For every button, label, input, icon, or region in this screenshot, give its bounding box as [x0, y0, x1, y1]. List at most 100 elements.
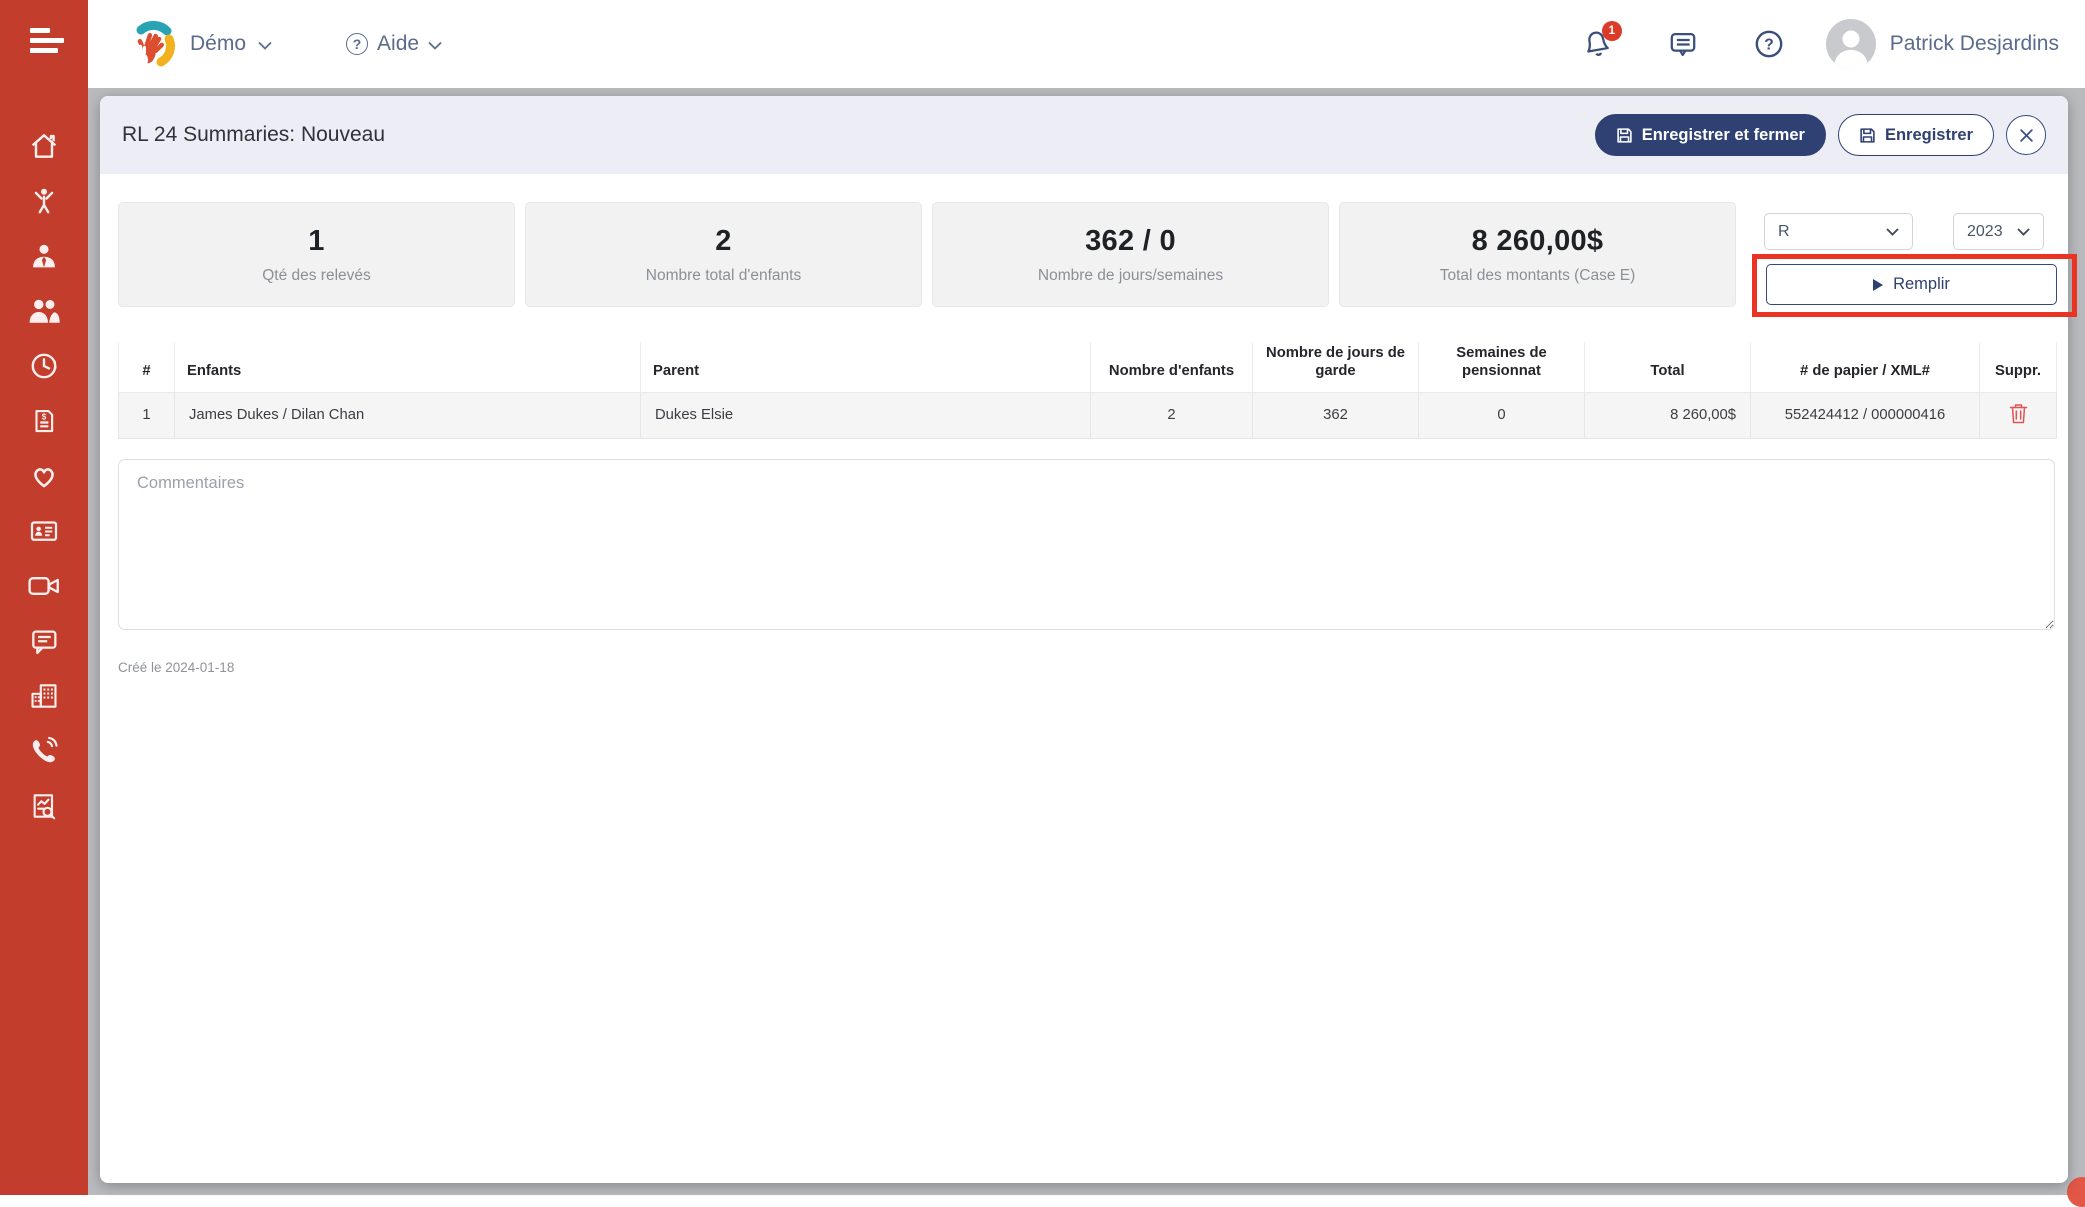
fill-button[interactable]: Remplir: [1766, 264, 2057, 305]
col-suppr: Suppr.: [1980, 342, 2057, 392]
created-date-text: Créé le 2024-01-18: [118, 660, 234, 675]
heart-icon: [28, 460, 60, 492]
trash-icon: [2009, 403, 2028, 424]
svg-text:?: ?: [1764, 37, 1774, 54]
avatar[interactable]: [1826, 19, 1876, 69]
clock-icon: [28, 350, 60, 382]
educator-icon: [28, 240, 60, 272]
col-parent: Parent: [641, 342, 1091, 392]
save-button[interactable]: Enregistrer: [1838, 114, 1994, 156]
top-bar: Démo ? Aide 1: [88, 0, 2085, 88]
stat-label: Nombre de jours/semaines: [1038, 267, 1223, 285]
fill-button-label: Remplir: [1893, 275, 1950, 294]
cell-nb-enfants: 2: [1091, 392, 1253, 438]
col-total: Total: [1585, 342, 1751, 392]
stat-card-jours: 362 / 0 Nombre de jours/semaines: [932, 202, 1329, 307]
brand-label: Démo: [190, 32, 246, 56]
menu-toggle[interactable]: [30, 28, 66, 56]
help-button[interactable]: ?: [1752, 27, 1786, 61]
sidebar-nav: $: [0, 118, 88, 833]
cell-num: 1: [119, 392, 175, 438]
sidebar-item-children[interactable]: [0, 173, 88, 228]
save-label: Enregistrer: [1885, 126, 1973, 145]
cell-jours-garde: 362: [1253, 392, 1419, 438]
sidebar-item-billing[interactable]: $: [0, 393, 88, 448]
col-semaines: Semaines de pensionnat: [1419, 342, 1585, 392]
save-and-close-button[interactable]: Enregistrer et fermer: [1595, 114, 1826, 156]
help-label: Aide: [377, 32, 419, 56]
sidebar-item-messages[interactable]: [0, 613, 88, 668]
modal-title: RL 24 Summaries: Nouveau: [122, 123, 385, 147]
type-select[interactable]: R: [1764, 213, 1913, 250]
chat-widget-peek: [2067, 1177, 2085, 1207]
cell-parent: Dukes Elsie: [641, 392, 1091, 438]
stat-label: Qté des relevés: [262, 267, 371, 285]
stat-card-releves: 1 Qté des relevés: [118, 202, 515, 307]
building-icon: [28, 680, 60, 712]
play-icon: [1873, 279, 1883, 291]
col-num: #: [119, 342, 175, 392]
type-select-value: R: [1778, 223, 1790, 241]
sidebar: $: [0, 0, 88, 1195]
table-header-row: # Enfants Parent Nombre d'enfants Nombre…: [119, 342, 2057, 392]
help-menu[interactable]: ? Aide: [346, 32, 442, 56]
col-enfants: Enfants: [175, 342, 641, 392]
svg-text:$: $: [42, 412, 47, 421]
col-papier-xml: # de papier / XML#: [1751, 342, 1980, 392]
stat-card-enfants: 2 Nombre total d'enfants: [525, 202, 922, 307]
cell-papier-xml: 552424412 / 000000416: [1751, 392, 1980, 438]
child-icon: [29, 186, 59, 216]
hamburger-icon: [30, 28, 50, 33]
cell-semaines: 0: [1419, 392, 1585, 438]
stat-value: 2: [715, 225, 731, 258]
id-card-icon: [28, 515, 60, 547]
report-icon: [28, 790, 60, 822]
brand-menu[interactable]: Démo: [126, 18, 272, 70]
app-logo: [126, 18, 178, 70]
sidebar-item-reports[interactable]: [0, 778, 88, 833]
close-button[interactable]: [2006, 115, 2046, 155]
stats-row: 1 Qté des relevés 2 Nombre total d'enfan…: [118, 202, 1736, 307]
home-icon: [28, 130, 60, 162]
sidebar-item-parents[interactable]: [0, 283, 88, 338]
notifications-button[interactable]: 1: [1580, 27, 1614, 61]
stat-card-montants: 8 260,00$ Total des montants (Case E): [1339, 202, 1736, 307]
col-nb-enfants: Nombre d'enfants: [1091, 342, 1253, 392]
notification-badge: 1: [1602, 21, 1622, 41]
sidebar-item-educators[interactable]: [0, 228, 88, 283]
video-camera-icon: [27, 571, 61, 601]
sidebar-item-home[interactable]: [0, 118, 88, 173]
sidebar-item-calls[interactable]: [0, 723, 88, 778]
year-select-value: 2023: [1967, 223, 2003, 241]
modal-header: RL 24 Summaries: Nouveau Enregistrer et …: [100, 96, 2068, 174]
year-select[interactable]: 2023: [1953, 213, 2044, 250]
stat-value: 362 / 0: [1085, 225, 1176, 258]
feedback-button[interactable]: [1666, 27, 1700, 61]
col-jours-garde: Nombre de jours de garde: [1253, 342, 1419, 392]
stat-value: 1: [308, 225, 324, 258]
stat-label: Total des montants (Case E): [1440, 267, 1636, 285]
sidebar-item-health[interactable]: [0, 448, 88, 503]
table-row: 1 James Dukes / Dilan Chan Dukes Elsie 2…: [119, 392, 2057, 438]
summary-table: # Enfants Parent Nombre d'enfants Nombre…: [118, 342, 2057, 439]
cell-suppr: [1980, 392, 2057, 438]
chat-icon: [1667, 28, 1699, 60]
comments-textarea[interactable]: [118, 459, 2055, 630]
delete-row-button[interactable]: [2009, 403, 2028, 424]
sidebar-item-facility[interactable]: [0, 668, 88, 723]
chevron-down-icon: [258, 41, 272, 50]
sidebar-item-video[interactable]: [0, 558, 88, 613]
user-name[interactable]: Patrick Desjardins: [1890, 32, 2059, 56]
stat-value: 8 260,00$: [1472, 225, 1604, 258]
close-icon: [2019, 128, 2034, 143]
question-circle-icon: ?: [346, 33, 368, 55]
cell-enfants: James Dukes / Dilan Chan: [175, 392, 641, 438]
chevron-down-icon: [1886, 228, 1899, 236]
invoice-icon: $: [29, 406, 59, 436]
rl24-summary-modal: RL 24 Summaries: Nouveau Enregistrer et …: [100, 96, 2068, 1183]
save-and-close-label: Enregistrer et fermer: [1642, 126, 1805, 145]
top-right-actions: 1 ? Patrick Desjardins: [1580, 19, 2059, 69]
sidebar-item-attendance[interactable]: [0, 338, 88, 393]
chevron-down-icon: [428, 41, 442, 50]
sidebar-item-contacts[interactable]: [0, 503, 88, 558]
